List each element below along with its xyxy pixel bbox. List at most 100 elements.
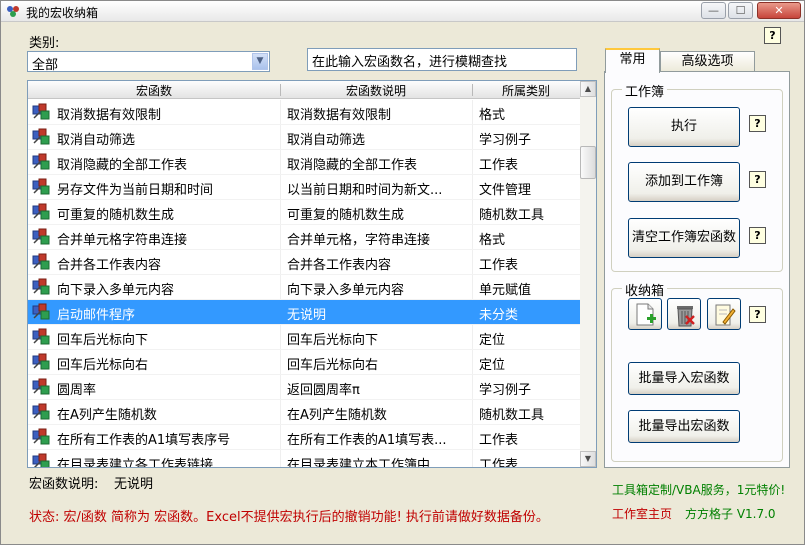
macro-name-cell: 在目录表建立各工作表链接 (57, 458, 214, 468)
macro-icon (32, 178, 52, 196)
column-header-description[interactable]: 宏函数说明 (281, 82, 471, 99)
macro-category-cell: 随机数工具 (479, 208, 545, 223)
macro-category-cell: 工作表 (479, 158, 519, 173)
table-row[interactable]: 向下录入多单元内容 向下录入多单元内容 单元赋值 (28, 275, 580, 300)
help-icon[interactable]: ? (749, 306, 766, 323)
clear-workbook-macros-button[interactable]: 清空工作簿宏函数 (628, 218, 740, 258)
table-row[interactable]: 另存文件为当前日期和时间 以当前日期和时间为新文... 文件管理 (28, 175, 580, 200)
macro-description-cell: 在A列产生随机数 (287, 408, 387, 423)
category-select[interactable]: 全部 ▼ (27, 51, 270, 73)
promo-link[interactable]: 工具箱定制/VBA服务，1元特价! (612, 481, 785, 498)
table-row[interactable]: 回车后光标向右 回车后光标向右 定位 (28, 350, 580, 375)
macro-icon (32, 153, 52, 171)
macro-description-cell: 以当前日期和时间为新文... (287, 183, 443, 198)
macro-icon (32, 353, 52, 371)
scroll-thumb[interactable] (580, 146, 596, 179)
macro-description-cell: 取消数据有效限制 (287, 108, 392, 123)
studio-homepage-link[interactable]: 工作室主页 (612, 505, 672, 522)
macro-icon (32, 328, 52, 346)
table-row[interactable]: 取消自动筛选 取消自动筛选 学习例子 (28, 125, 580, 150)
table-row[interactable]: 可重复的随机数生成 可重复的随机数生成 随机数工具 (28, 200, 580, 225)
macro-category-cell: 单元赋值 (479, 283, 532, 298)
macro-name-cell: 取消自动筛选 (57, 133, 136, 148)
new-file-icon (636, 303, 656, 326)
macro-icon (32, 453, 52, 467)
chevron-down-icon[interactable]: ▼ (252, 53, 268, 70)
table-row[interactable]: 取消数据有效限制 取消数据有效限制 格式 (28, 100, 580, 125)
macro-description-cell: 在所有工作表的A1填写表... (287, 433, 447, 448)
macro-description-cell: 返回圆周率π (287, 383, 360, 398)
box-group-title: 收纳箱 (622, 280, 668, 299)
table-row[interactable]: 合并单元格字符串连接 合并单元格，字符串连接 格式 (28, 225, 580, 250)
title-bar: 我的宏收纳箱 — ☐ ✕ (1, 1, 804, 22)
recycle-bin-icon (677, 306, 695, 327)
macro-description-cell: 无说明 (287, 308, 327, 323)
table-row[interactable]: 启动邮件程序 无说明 未分类 (28, 300, 580, 325)
macro-icon (32, 128, 52, 146)
table-row[interactable]: 回车后光标向下 回车后光标向下 定位 (28, 325, 580, 350)
macro-category-cell: 工作表 (479, 458, 519, 468)
window-title: 我的宏收纳箱 (26, 6, 99, 20)
macro-icon (32, 378, 52, 396)
macro-category-cell: 工作表 (479, 433, 519, 448)
tab-panel: 工作簿 执行 ? 添加到工作簿 ? 清空工作簿宏函数 ? 收纳箱 ? 批量导入宏… (604, 71, 790, 468)
macro-category-cell: 定位 (479, 333, 506, 348)
maximize-button[interactable]: ☐ (728, 2, 753, 19)
execute-button[interactable]: 执行 (628, 107, 740, 147)
table-row[interactable]: 取消隐藏的全部工作表 取消隐藏的全部工作表 工作表 (28, 150, 580, 175)
macro-category-cell: 格式 (479, 108, 506, 123)
table-row[interactable]: 在目录表建立各工作表链接 在目录表建立本工作簿中... 工作表 (28, 450, 580, 468)
macro-icon (32, 203, 52, 221)
macro-name-cell: 启动邮件程序 (57, 308, 136, 323)
help-icon[interactable]: ? (749, 115, 766, 132)
batch-export-button[interactable]: 批量导出宏函数 (628, 410, 740, 443)
tab-advanced[interactable]: 高级选项 (660, 51, 755, 72)
category-selected-value: 全部 (32, 58, 59, 73)
macro-description-cell: 合并各工作表内容 (287, 258, 392, 273)
macro-name-cell: 在所有工作表的A1填写表序号 (57, 433, 231, 448)
macro-list: 宏函数 宏函数说明 所属类别 取消数据有效限制 取消数据有效限制 格式 取消自动筛选取… (27, 80, 597, 468)
help-icon[interactable]: ? (749, 227, 766, 244)
delete-button[interactable] (667, 298, 701, 330)
macro-name-cell: 在A列产生随机数 (57, 408, 157, 423)
search-input[interactable]: 在此输入宏函数名，进行模糊查找 (307, 48, 577, 71)
macro-icon (32, 103, 52, 121)
macro-name-cell: 另存文件为当前日期和时间 (57, 183, 214, 198)
column-header-category[interactable]: 所属类别 (473, 82, 579, 99)
macro-description-cell: 取消自动筛选 (287, 133, 366, 148)
column-header-name[interactable]: 宏函数 (28, 82, 280, 99)
macro-icon (32, 428, 52, 446)
list-header: 宏函数 宏函数说明 所属类别 (28, 81, 580, 99)
macro-category-cell: 工作表 (479, 258, 519, 273)
status-text: 状态: 宏/函数 简称为 宏函数。Excel不提供宏执行后的撤销功能! 执行前请… (29, 510, 549, 525)
table-row[interactable]: 在A列产生随机数 在A列产生随机数 随机数工具 (28, 400, 580, 425)
app-icon (7, 6, 19, 17)
minimize-button[interactable]: — (701, 2, 726, 19)
scroll-down-icon[interactable]: ▼ (580, 451, 596, 467)
scroll-up-icon[interactable]: ▲ (580, 81, 596, 97)
help-icon[interactable]: ? (764, 27, 781, 44)
table-row[interactable]: 合并各工作表内容 合并各工作表内容 工作表 (28, 250, 580, 275)
macro-name-cell: 向下录入多单元内容 (57, 283, 175, 298)
macro-description-cell: 向下录入多单元内容 (287, 283, 405, 298)
batch-import-button[interactable]: 批量导入宏函数 (628, 362, 740, 395)
brand-version: 方方格子 V1.7.0 (685, 507, 776, 521)
close-button[interactable]: ✕ (757, 2, 801, 19)
tab-common[interactable]: 常用 (605, 48, 660, 73)
new-file-button[interactable] (628, 298, 662, 330)
macro-name-cell: 可重复的随机数生成 (57, 208, 175, 223)
help-icon[interactable]: ? (749, 171, 766, 188)
add-to-workbook-button[interactable]: 添加到工作簿 (628, 162, 740, 202)
table-row[interactable]: 圆周率 返回圆周率π 学习例子 (28, 375, 580, 400)
table-row[interactable]: 在所有工作表的A1填写表序号 在所有工作表的A1填写表... 工作表 (28, 425, 580, 450)
category-label: 类别: (29, 36, 60, 51)
workbook-group-title: 工作簿 (622, 81, 668, 100)
macro-category-cell: 格式 (479, 233, 506, 248)
macro-description-cell: 可重复的随机数生成 (287, 208, 405, 223)
macro-name-cell: 回车后光标向下 (57, 333, 149, 348)
macro-icon (32, 278, 52, 296)
edit-button[interactable] (707, 298, 741, 330)
macro-icon (32, 228, 52, 246)
vertical-scrollbar[interactable]: ▲ ▼ (580, 81, 596, 467)
macro-description-cell: 回车后光标向右 (287, 358, 379, 373)
